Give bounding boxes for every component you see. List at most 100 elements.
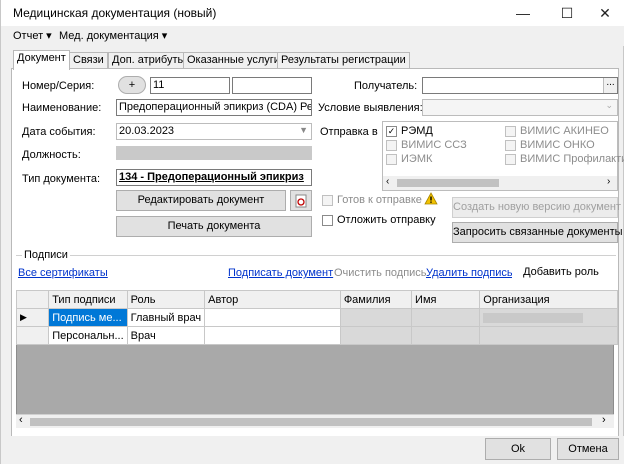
scroll-left-icon[interactable]: ‹ [386,176,389,187]
menu-med-docs[interactable]: Мед. документация ▾ [59,29,167,42]
event-date-label: Дата события: [22,126,96,138]
detection-condition-select[interactable]: ⌄ [422,99,618,116]
column-header[interactable]: Роль [126,290,206,309]
pdf-icon [295,194,307,208]
checkbox-vimis-ssz[interactable] [386,140,397,151]
add-number-button[interactable]: + [118,76,146,94]
row-selector[interactable] [15,326,50,345]
tab-links[interactable]: Связи [69,52,108,69]
tab-services[interactable]: Оказанные услуги [183,52,284,69]
doc-type-input[interactable]: 134 - Предоперационный эпикриз [116,169,312,186]
maximize-button[interactable]: ☐ [549,0,585,26]
cell-name[interactable] [411,308,481,327]
delete-signature-link[interactable]: Удалить подпись [426,267,513,279]
print-document-button[interactable]: Печать документа [116,216,312,237]
checkbox-ready-to-send[interactable] [322,195,333,206]
dialog-footer: Ok Отмена [1,436,624,464]
event-date-value: 20.03.2023 [119,125,175,137]
menu-report[interactable]: Отчет ▾ [13,29,52,42]
send-target-vimis-ssz: ВИМИС ССЗ [401,139,467,151]
signatures-divider [16,255,616,256]
checkbox-vimis-onko[interactable] [505,140,516,151]
add-role-button[interactable]: Добавить роль [512,262,610,283]
cell-role[interactable]: Главный врач [126,308,206,327]
checkbox-postpone-send[interactable] [322,215,333,226]
table-row[interactable]: ▶ Подпись ме... Главный врач [15,308,618,327]
name-input[interactable]: Предоперационный эпикриз (CDA) Редакция … [116,99,312,116]
edit-document-button[interactable]: Редактировать документ [116,190,286,211]
scroll-thumb[interactable] [397,179,499,187]
recipient-input[interactable]: ... [422,77,618,94]
send-target-vimis-onko: ВИМИС ОНКО [520,139,595,151]
send-target-iemk: ИЭМК [401,153,433,165]
cell-name[interactable] [411,326,481,345]
checkbox-iemk[interactable] [386,154,397,165]
grid-scroll-thumb[interactable] [30,418,592,426]
send-to-label: Отправка в [320,126,378,138]
ready-to-send-label: Готов к отправке [337,194,422,206]
request-related-button[interactable]: Запросить связанные документы [452,222,623,243]
tab-extra-attributes[interactable]: Доп. атрибуты [108,52,190,69]
signatures-group-label: Подписи [22,249,70,261]
scroll-right-icon[interactable]: › [607,176,610,187]
column-header[interactable]: Имя [411,290,481,309]
dialog-window: Медицинская документация (новый) — ☐ ✕ О… [0,0,624,464]
checkbox-vimis-akineo[interactable] [505,126,516,137]
cell-surname[interactable] [339,308,413,327]
cell-organization[interactable] [479,308,618,327]
name-label: Наименование: [22,102,102,114]
dropdown-arrow-icon[interactable]: ▼ [299,125,308,135]
event-date-input[interactable]: 20.03.2023 ▼ [116,123,312,140]
tab-document[interactable]: Документ [13,50,70,70]
doc-type-label: Тип документа: [22,173,101,185]
grid-horizontal-scrollbar[interactable]: ‹ › [16,414,614,428]
sign-document-link[interactable]: Подписать документ [228,267,333,279]
cell-organization[interactable] [479,326,618,345]
send-target-vimis-akineo: ВИМИС АКИНЕО [520,125,609,137]
series-input[interactable] [232,77,312,94]
new-version-button[interactable]: Создать новую версию документ [452,197,621,218]
signatures-table: Тип подписи Роль Автор Фамилия Имя Орган… [15,290,618,345]
cell-surname[interactable] [339,326,413,345]
all-certificates-link[interactable]: Все сертификаты [18,267,108,279]
position-label: Должность: [22,149,81,161]
document-panel: Номер/Серия: + 11 Наименование: Предопер… [11,68,624,438]
recipient-label: Получатель: [354,80,418,92]
column-header[interactable]: Автор [204,290,341,309]
checkbox-remd[interactable]: ✓ [386,126,397,137]
postpone-send-label: Отложить отправку [337,214,436,226]
row-selector-icon[interactable]: ▶ [15,308,50,327]
number-series-label: Номер/Серия: [22,80,95,92]
ok-button[interactable]: Ok [485,438,551,460]
pdf-document-button[interactable] [290,190,312,211]
tab-registration-results[interactable]: Результаты регистрации [277,52,410,69]
chevron-down-icon: ⌄ [605,100,613,110]
column-header[interactable]: Фамилия [339,290,413,309]
minimize-button[interactable]: — [505,0,541,26]
column-header[interactable]: Тип подписи [48,290,128,309]
table-header-row: Тип подписи Роль Автор Фамилия Имя Орган… [15,290,618,309]
cell-role[interactable]: Врач [126,326,206,345]
column-header[interactable]: Организация [479,290,618,309]
cell-signature-type[interactable]: Персональн... [48,326,128,345]
send-targets-box: ✓ РЭМД ВИМИС АКИНЕО ВИМИС ССЗ ВИМИС ОНКО… [382,121,624,191]
send-target-vimis-prof: ВИМИС Профилактик [520,153,624,165]
cell-author[interactable] [204,326,341,345]
number-input[interactable]: 11 [150,77,230,94]
cancel-button[interactable]: Отмена [557,438,619,460]
window-title: Медицинская документация (новый) [13,6,217,20]
close-button[interactable]: ✕ [587,0,623,26]
checkbox-vimis-prof[interactable] [505,154,516,165]
scroll-right-icon[interactable]: › [602,414,606,426]
scroll-left-icon[interactable]: ‹ [19,414,23,426]
send-target-remd: РЭМД [401,125,433,137]
recipient-select-button[interactable]: ... [603,78,617,93]
menu-bar: Отчет ▾ Мед. документация ▾ [1,26,624,46]
clear-signature-link[interactable]: Очистить подпись [334,267,427,279]
table-row[interactable]: Персональн... Врач [15,326,618,345]
cell-author[interactable] [204,308,341,327]
detection-condition-label: Условие выявления: [318,102,423,114]
row-header-corner [15,290,50,309]
cell-signature-type[interactable]: Подпись ме... [48,308,128,327]
send-targets-scrollbar[interactable]: ‹ › [383,176,617,190]
